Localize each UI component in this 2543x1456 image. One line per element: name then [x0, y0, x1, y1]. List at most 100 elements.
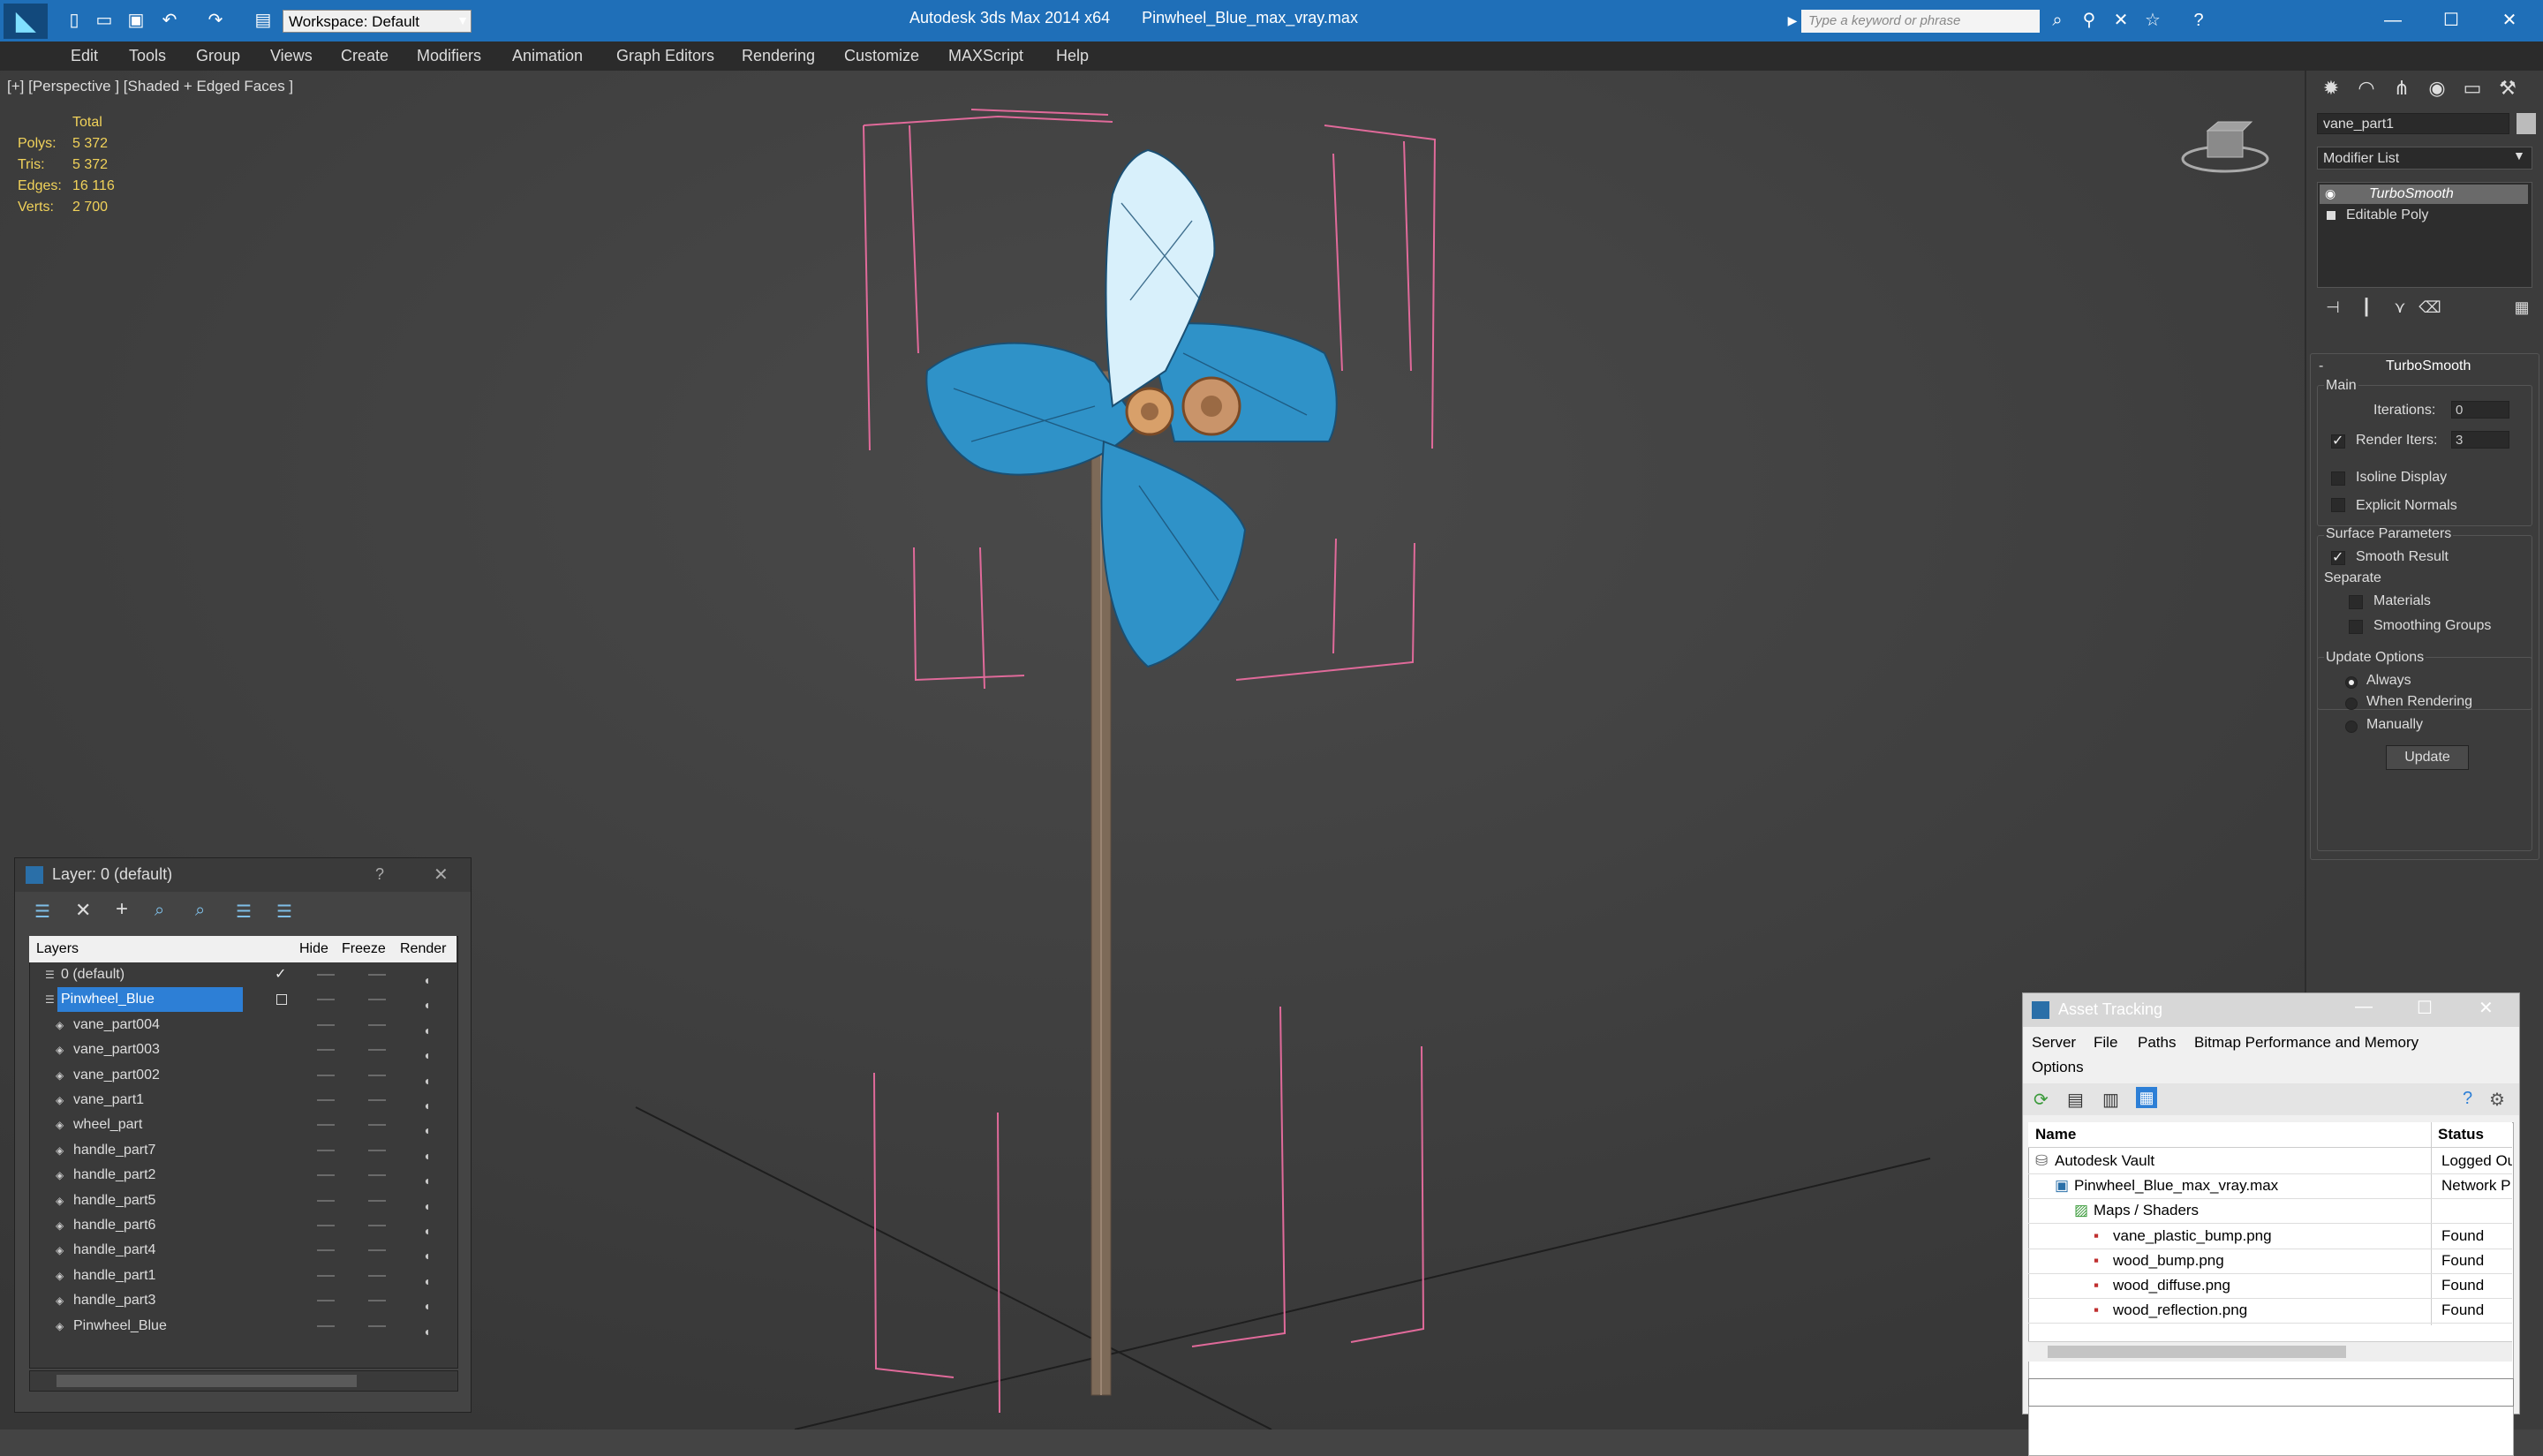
update-button[interactable]: Update [2386, 745, 2469, 770]
highlight-selected-icon[interactable]: ⌕ [195, 901, 205, 921]
scrollbar-thumb[interactable] [2048, 1346, 2346, 1358]
motion-tab-icon[interactable]: ◉ [2421, 72, 2453, 104]
pin-stack-icon[interactable]: ⊣ [2317, 291, 2349, 323]
hide-toggle[interactable] [317, 974, 335, 976]
column-layers[interactable]: Layers [36, 936, 79, 962]
app-logo-icon[interactable]: ◣ [4, 4, 48, 39]
render-iters-checkbox[interactable] [2331, 432, 2345, 449]
render-iters-spinner[interactable]: 3 [2451, 431, 2509, 449]
asset-name[interactable]: Maps / Shaders [2094, 1198, 2199, 1223]
asset-row[interactable]: ▨ Maps / Shaders [2028, 1198, 2512, 1225]
subscription-icon[interactable]: ⚲ [2077, 8, 2102, 33]
menu-group[interactable]: Group [196, 47, 240, 65]
asset-name[interactable]: wood_reflection.png [2113, 1298, 2247, 1323]
column-name[interactable]: Name [2035, 1126, 2076, 1143]
layer-row-name[interactable]: vane_part003 [73, 1037, 160, 1062]
column-freeze[interactable]: Freeze [342, 936, 386, 962]
hide-toggle[interactable] [317, 999, 335, 1001]
freeze-toggle[interactable] [368, 1300, 386, 1302]
freeze-toggle[interactable] [368, 1174, 386, 1177]
close-button[interactable]: ✕ [2483, 5, 2536, 35]
detail-view-icon[interactable]: ▥ [2102, 1089, 2119, 1111]
layer-row-name[interactable]: handle_part2 [73, 1163, 155, 1188]
help-icon[interactable]: ? [2463, 1089, 2472, 1109]
freeze-toggle[interactable] [368, 974, 386, 976]
help-icon[interactable]: ? [2186, 8, 2211, 33]
modify-tab-icon[interactable]: ◠ [2351, 72, 2382, 104]
settings-icon[interactable]: ⚙ [2489, 1089, 2505, 1111]
hide-toggle[interactable] [317, 1300, 335, 1302]
make-current-box[interactable] [276, 994, 287, 1006]
layer-row-name[interactable]: handle_part4 [73, 1238, 155, 1263]
hide-toggle[interactable] [317, 1074, 335, 1076]
layer-row[interactable]: ◈ vane_part1 ◖ [31, 1088, 455, 1113]
select-objects-icon[interactable]: ⌕ [155, 901, 164, 921]
stack-item-turbosmooth[interactable]: TurboSmooth [2320, 185, 2528, 204]
freeze-toggle[interactable] [368, 1274, 386, 1277]
add-to-layer-icon[interactable]: + [116, 897, 128, 922]
freeze-toggle[interactable] [368, 1049, 386, 1052]
layer-row-name[interactable]: handle_part7 [73, 1138, 155, 1163]
menu-options[interactable]: Options [2032, 1059, 2084, 1076]
freeze-toggle[interactable] [368, 1324, 386, 1327]
menu-rendering[interactable]: Rendering [742, 47, 815, 65]
freeze-toggle[interactable] [368, 1023, 386, 1026]
asset-window-titlebar[interactable]: Asset Tracking — ☐ ✕ [2023, 993, 2519, 1027]
asset-name[interactable]: wood_bump.png [2113, 1249, 2224, 1273]
asset-path-field[interactable] [2028, 1378, 2514, 1407]
hide-toggle[interactable] [317, 1049, 335, 1052]
hide-toggle[interactable] [317, 1099, 335, 1101]
layer-window-titlebar[interactable]: Layer: 0 (default) ? ✕ [15, 858, 471, 892]
hide-all-icon[interactable]: ☰ [236, 901, 252, 923]
layer-row-name[interactable]: wheel_part [73, 1113, 142, 1137]
menu-maxscript[interactable]: MAXScript [948, 47, 1023, 65]
undo-icon[interactable]: ↶ [157, 8, 182, 33]
layer-row-name[interactable]: vane_part1 [73, 1088, 144, 1113]
workspace-dropdown[interactable]: Workspace: Default [283, 10, 472, 33]
maximize-icon[interactable]: ☐ [2417, 997, 2433, 1019]
layer-row[interactable]: ◈ vane_part004 ◖ [31, 1013, 455, 1037]
modifier-list-dropdown[interactable]: Modifier List [2317, 147, 2532, 170]
isoline-display-checkbox[interactable] [2331, 472, 2345, 486]
asset-horizontal-scrollbar[interactable] [2028, 1341, 2512, 1362]
viewcube-icon[interactable] [2181, 115, 2269, 177]
menu-edit[interactable]: Edit [71, 47, 98, 65]
layer-horizontal-scrollbar[interactable] [29, 1370, 458, 1392]
make-unique-icon[interactable]: ⋎ [2384, 291, 2416, 323]
stack-item-editable-poly[interactable]: Editable Poly [2320, 206, 2528, 225]
close-icon[interactable]: ✕ [2479, 997, 2494, 1019]
layer-row-name[interactable]: handle_part1 [73, 1264, 155, 1288]
hide-toggle[interactable] [317, 1225, 335, 1226]
menu-animation[interactable]: Animation [512, 47, 583, 65]
hide-toggle[interactable] [317, 1249, 335, 1252]
asset-row[interactable]: ⛁ Autodesk Vault Logged Ou [2028, 1149, 2512, 1174]
binoculars-icon[interactable]: ⌕ [2045, 8, 2070, 33]
table-view-icon[interactable]: ▦ [2136, 1087, 2157, 1108]
layer-row-name[interactable]: handle_part5 [73, 1188, 155, 1213]
materials-checkbox[interactable] [2349, 595, 2363, 609]
help-icon[interactable]: ? [375, 865, 384, 884]
freeze-toggle[interactable] [368, 1149, 386, 1151]
hide-toggle[interactable] [317, 1274, 335, 1277]
asset-row[interactable]: ▪ wood_diffuse.png Found [2028, 1273, 2512, 1299]
hide-toggle[interactable] [317, 1174, 335, 1177]
menu-graph-editors[interactable]: Graph Editors [616, 47, 714, 65]
rollout-title[interactable]: TurboSmooth [2386, 358, 2471, 374]
search-input[interactable]: Type a keyword or phrase [1801, 10, 2040, 33]
asset-row[interactable]: ▪ wood_bump.png Found [2028, 1249, 2512, 1274]
smooth-result-checkbox[interactable] [2331, 548, 2345, 566]
when-rendering-radio[interactable] [2345, 698, 2358, 710]
layer-row-name[interactable]: vane_part002 [73, 1063, 160, 1088]
layer-row[interactable]: ◈ handle_part4 ◖ [31, 1238, 455, 1263]
freeze-toggle[interactable] [368, 1074, 386, 1076]
explicit-normals-checkbox[interactable] [2331, 498, 2345, 512]
lightbulb-icon[interactable]: ◉ [2325, 186, 2335, 201]
layer-row-name[interactable]: Pinwheel_Blue [73, 1314, 167, 1339]
freeze-toggle[interactable] [368, 1124, 386, 1127]
freeze-toggle[interactable] [368, 1199, 386, 1202]
layer-row[interactable]: ◈ vane_part003 ◖ [31, 1037, 455, 1062]
menu-tools[interactable]: Tools [129, 47, 166, 65]
object-name-field[interactable]: vane_part1 [2317, 113, 2509, 134]
freeze-toggle[interactable] [368, 999, 386, 1001]
layer-row[interactable]: ◈ handle_part3 ◖ [31, 1288, 455, 1313]
